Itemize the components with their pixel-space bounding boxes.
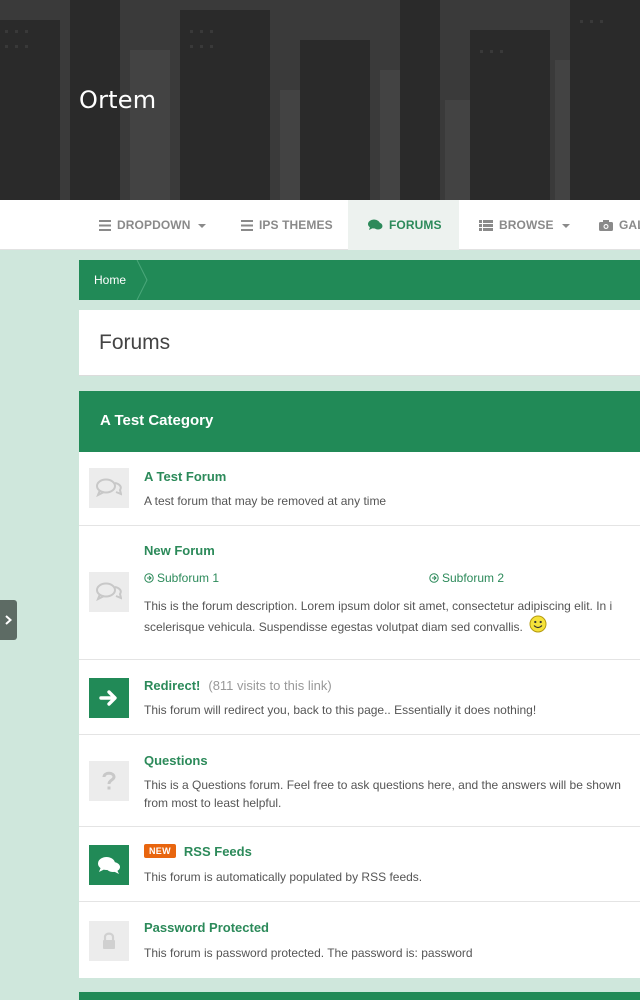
forum-title-link[interactable]: Password Protected [144, 920, 269, 935]
nav-item-label: FORUMS [389, 218, 442, 232]
grid-list-icon [479, 219, 493, 231]
breadcrumb-home-label: Home [94, 273, 127, 287]
forum-title-link[interactable]: New Forum [144, 543, 215, 558]
smiley-emoticon-icon [529, 615, 547, 638]
forum-description-line: This is the forum description. Lorem ips… [144, 599, 613, 613]
camera-icon [599, 219, 613, 231]
question-icon [89, 761, 129, 801]
forum-row: A Test Forum A test forum that may be re… [79, 452, 640, 526]
subforum-link-2[interactable]: Subforum 2 [429, 571, 504, 585]
sidebar-toggle-button[interactable] [0, 600, 17, 640]
circle-arrow-icon [144, 573, 154, 583]
main-navigation: DROPDOWN IPS THEMES FORUMS BROWSE GAL [0, 200, 640, 250]
forum-description: This is the forum description. Lorem ips… [144, 597, 612, 638]
forum-description-line: from most to least helpful. [144, 796, 282, 810]
category-title[interactable]: A Test Category [100, 412, 213, 429]
forum-description: This forum will redirect you, back to th… [144, 703, 537, 717]
lock-icon [89, 921, 129, 961]
caret-down-icon [198, 223, 207, 228]
category-header: A Test Category [79, 391, 640, 452]
forum-description-text: scelerisque vehicula. Suspendisse egesta… [144, 619, 523, 634]
page-title: Forums [99, 331, 171, 354]
list-icon [241, 219, 253, 231]
page-header: Forums [79, 310, 640, 376]
site-title[interactable]: Ortem [79, 86, 156, 114]
nav-item-label: BROWSE [499, 218, 554, 232]
breadcrumb-home[interactable]: Home [79, 260, 149, 300]
caret-down-icon [561, 223, 570, 228]
site-header: Ortem [0, 0, 640, 200]
comments-icon [368, 219, 383, 231]
forum-row: Password Protected This forum is passwor… [79, 902, 640, 978]
comments-icon [89, 468, 129, 508]
forum-description: This forum is password protected. The pa… [144, 946, 473, 960]
forum-title-link[interactable]: NEW RSS Feeds [144, 844, 252, 859]
next-category-header [79, 992, 640, 1000]
nav-item-label: DROPDOWN [117, 218, 191, 232]
subforum-label: Subforum 2 [442, 571, 505, 585]
forum-title-link[interactable]: A Test Forum [144, 469, 226, 484]
forum-title-link[interactable]: Questions [144, 753, 208, 768]
forum-category: A Test Category A Test Forum A test foru… [79, 391, 640, 978]
forum-description: This forum is automatically populated by… [144, 870, 423, 884]
comments-icon [89, 572, 129, 612]
comments-icon [89, 845, 129, 885]
chevron-right-icon [5, 615, 12, 625]
list-icon [99, 219, 111, 231]
forum-title-link[interactable]: Redirect! (811 visits to this link) [144, 678, 332, 693]
subforum-label: Subforum 1 [157, 571, 220, 585]
subforum-link-1[interactable]: Subforum 1 [144, 571, 219, 585]
new-badge: NEW [144, 844, 176, 858]
nav-item-ips-themes[interactable]: IPS THEMES [241, 200, 333, 250]
forum-row: NEW RSS Feeds This forum is automatically… [79, 827, 640, 902]
redirect-visit-count: (811 visits to this link) [208, 678, 332, 693]
nav-item-forums[interactable]: FORUMS [348, 200, 459, 250]
forum-description-line: scelerisque vehicula. Suspendisse egesta… [144, 615, 612, 638]
nav-item-label: IPS THEMES [259, 218, 333, 232]
nav-item-browse[interactable]: BROWSE [479, 200, 570, 250]
forum-title-text: Redirect! [144, 678, 201, 693]
forum-row: Redirect! (811 visits to this link) This … [79, 660, 640, 735]
circle-arrow-icon [429, 573, 439, 583]
forum-description-line: This is a Questions forum. Feel free to … [144, 778, 621, 792]
nav-item-dropdown[interactable]: DROPDOWN [99, 200, 207, 250]
forum-title-text: RSS Feeds [183, 844, 252, 859]
forum-description: This is a Questions forum. Feel free to … [144, 776, 621, 812]
arrow-right-icon [89, 678, 129, 718]
breadcrumb: Home [79, 260, 640, 300]
nav-item-gallery[interactable]: GAL [599, 200, 640, 250]
forum-row: New Forum Subforum 1 Subforum 2 This is … [79, 526, 640, 660]
nav-item-label: GAL [619, 218, 640, 232]
forum-description: A test forum that may be removed at any … [144, 494, 387, 508]
forum-row: Questions This is a Questions forum. Fee… [79, 735, 640, 827]
